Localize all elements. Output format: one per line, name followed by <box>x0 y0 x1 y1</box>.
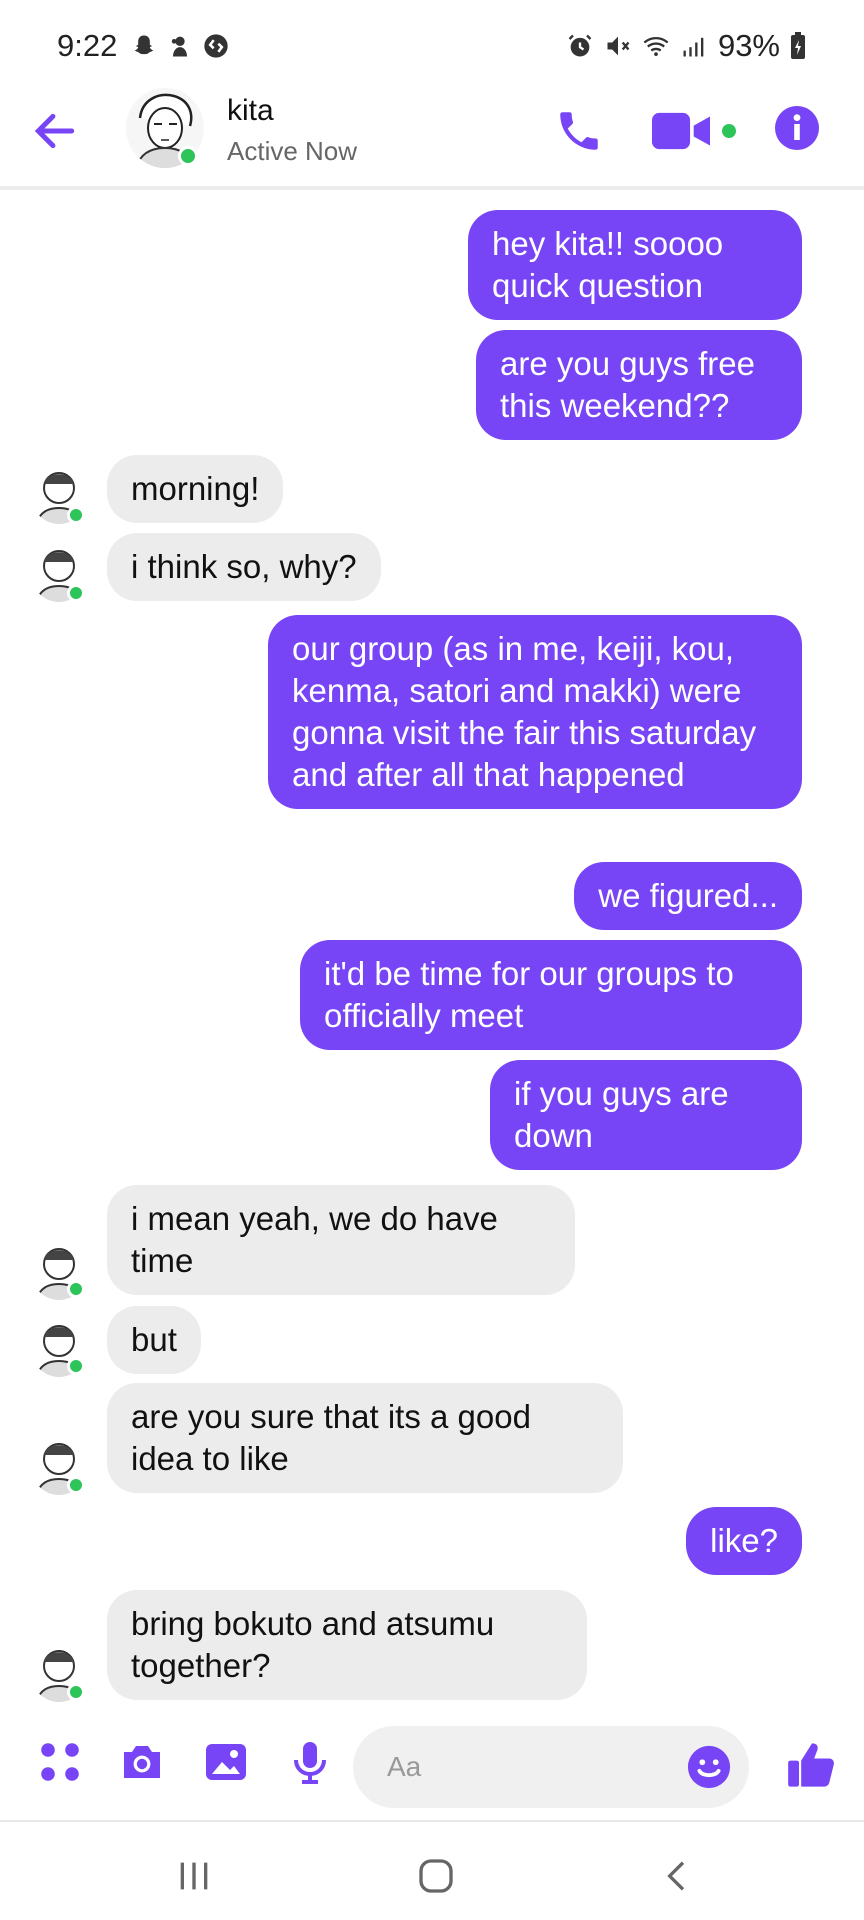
online-status-dot <box>67 1357 85 1375</box>
notification-icon <box>171 36 187 57</box>
online-status-dot <box>67 1476 85 1494</box>
message-outgoing[interactable]: hey kita!! soooo quick question <box>468 210 802 320</box>
message-composer <box>0 1700 864 1820</box>
home-icon[interactable] <box>416 1856 456 1896</box>
emoji-icon[interactable] <box>686 1744 732 1790</box>
status-notification-icons <box>130 32 230 60</box>
alarm-icon <box>568 34 592 57</box>
message-input[interactable] <box>387 1746 667 1788</box>
message-incoming[interactable]: but <box>107 1306 201 1374</box>
message-incoming[interactable]: morning! <box>107 455 284 523</box>
online-status-dot <box>67 584 85 602</box>
message-outgoing[interactable]: are you guys free this weekend?? <box>476 330 802 440</box>
microphone-icon[interactable] <box>286 1738 334 1786</box>
message-outgoing[interactable]: our group (as in me, keiji, kou, kenma, … <box>268 615 802 809</box>
video-camera-icon[interactable] <box>652 110 710 152</box>
info-icon[interactable] <box>773 104 821 152</box>
online-status-dot <box>178 146 198 166</box>
system-navigation-bar <box>0 1820 864 1920</box>
message-outgoing[interactable]: it'd be time for our groups to officiall… <box>300 940 802 1050</box>
camera-icon[interactable] <box>118 1738 166 1786</box>
contact-active-status: Active Now <box>227 136 358 166</box>
message-incoming[interactable]: i think so, why? <box>107 533 381 601</box>
conversation-header: kita Active Now <box>0 88 864 190</box>
message-outgoing[interactable]: if you guys are down <box>490 1060 802 1170</box>
snapchat-icon <box>134 35 154 55</box>
message-outgoing[interactable]: like? <box>686 1507 802 1575</box>
status-time: 9:22 <box>57 28 118 63</box>
message-incoming[interactable]: bring bokuto and atsumu together? <box>107 1590 587 1700</box>
shazam-icon <box>204 34 228 58</box>
wifi-icon <box>643 36 669 57</box>
thumbs-up-icon[interactable] <box>786 1738 838 1792</box>
battery-charging-icon <box>791 32 805 59</box>
online-status-dot <box>67 1683 85 1701</box>
phone-icon[interactable] <box>554 106 604 156</box>
online-status-dot <box>67 1280 85 1298</box>
online-status-dot <box>67 506 85 524</box>
message-incoming[interactable]: are you sure that its a good idea to lik… <box>107 1383 623 1493</box>
gallery-icon[interactable] <box>202 1738 250 1786</box>
more-apps-icon[interactable] <box>36 1738 84 1786</box>
battery-percent: 93% <box>717 28 780 63</box>
video-active-dot <box>722 124 736 138</box>
status-bar: 9:22 93% <box>0 0 864 88</box>
message-outgoing[interactable]: we figured... <box>574 862 802 930</box>
status-system-icons: 93% <box>566 28 806 64</box>
signal-icon <box>683 37 704 57</box>
message-incoming[interactable]: i mean yeah, we do have time <box>107 1185 575 1295</box>
contact-name[interactable]: kita <box>227 94 274 128</box>
back-arrow-icon[interactable] <box>30 106 80 156</box>
recent-apps-icon[interactable] <box>174 1856 214 1896</box>
mute-icon <box>607 36 630 56</box>
back-nav-icon[interactable] <box>658 1856 698 1896</box>
